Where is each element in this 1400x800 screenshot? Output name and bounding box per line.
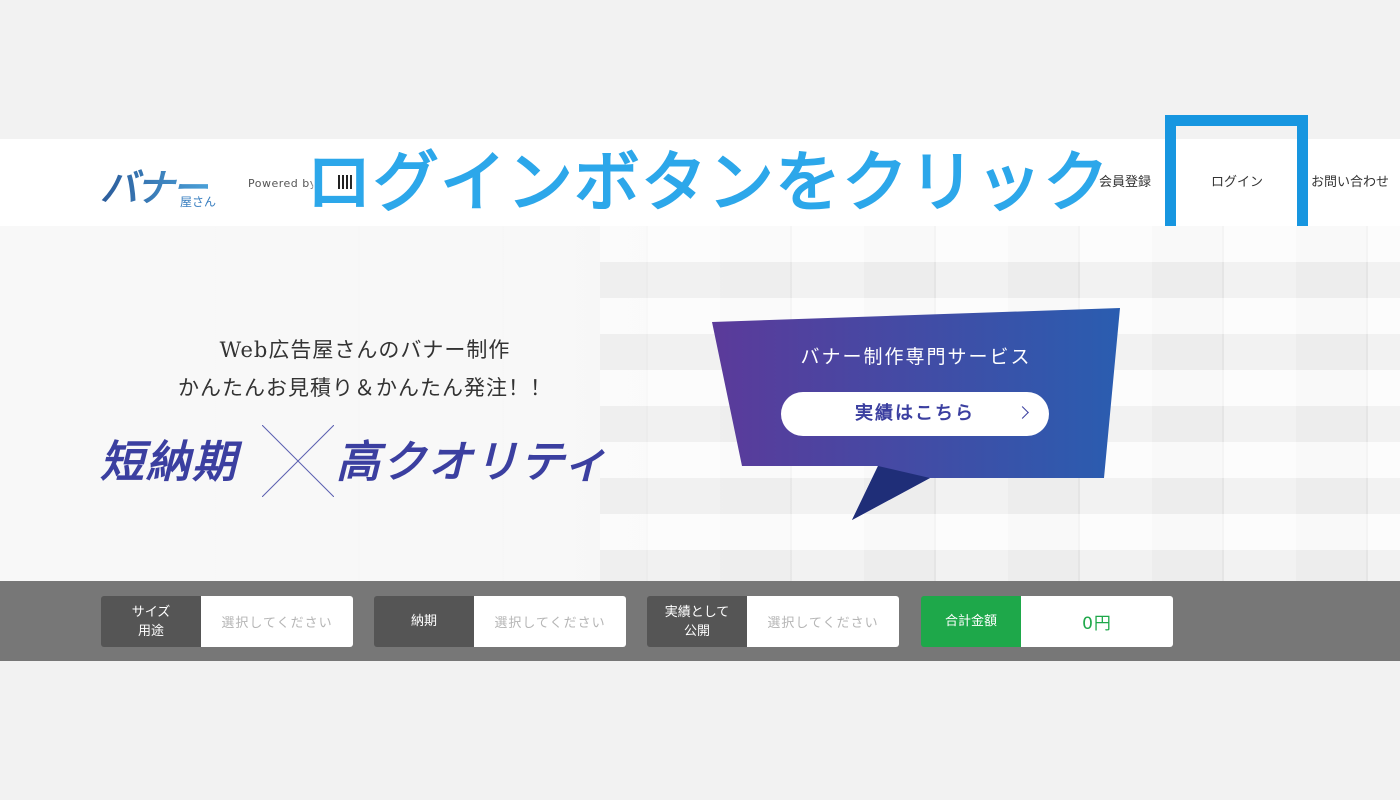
- banner-title: バナー制作専門サービス: [800, 346, 1032, 368]
- deadline-filter-label: 納期: [374, 596, 474, 647]
- nav-login-button[interactable]: ログイン: [1176, 139, 1298, 226]
- nav-contact-link[interactable]: お問い合わせ: [1300, 139, 1400, 226]
- deadline-filter: 納期 選択してください: [374, 596, 626, 647]
- logo-sub-text: 屋さん: [180, 195, 217, 209]
- cross-divider-icon: [262, 425, 334, 497]
- portfolio-button-label: 実績はこちら: [855, 403, 975, 424]
- size-filter-label: サイズ 用途: [101, 596, 201, 647]
- instruction-overlay-text: ログインボタンをクリック: [305, 143, 1111, 223]
- portfolio-filter-label: 実績として 公開: [647, 596, 747, 647]
- portfolio-button[interactable]: 実績はこちら: [781, 392, 1049, 436]
- size-select[interactable]: 選択してください: [201, 596, 353, 647]
- estimate-filter-bar: サイズ 用途 選択してください 納期 選択してください 実績として 公開 選択し…: [0, 581, 1400, 661]
- total-price-value: 0円: [1021, 596, 1173, 647]
- total-price: 合計金額 0円: [921, 596, 1173, 647]
- hero-subtitle-2: かんたんお見積り＆かんたん発注！！: [178, 376, 552, 400]
- hero-headline-right: 高クオリティ: [336, 437, 610, 488]
- hero-subtitle-1: Web広告屋さんのバナー制作: [219, 338, 511, 362]
- site-logo[interactable]: バナー 屋さん: [100, 157, 230, 213]
- portfolio-filter: 実績として 公開 選択してください: [647, 596, 899, 647]
- portfolio-select[interactable]: 選択してください: [747, 596, 899, 647]
- deadline-select[interactable]: 選択してください: [474, 596, 626, 647]
- hero-section: Web広告屋さんのバナー制作 かんたんお見積り＆かんたん発注！！ 短納期 高クオ…: [0, 226, 1400, 581]
- hero-headline-left: 短納期: [100, 437, 238, 488]
- total-price-label: 合計金額: [921, 596, 1021, 647]
- size-filter: サイズ 用途 選択してください: [101, 596, 353, 647]
- chevron-right-icon: [1016, 406, 1029, 419]
